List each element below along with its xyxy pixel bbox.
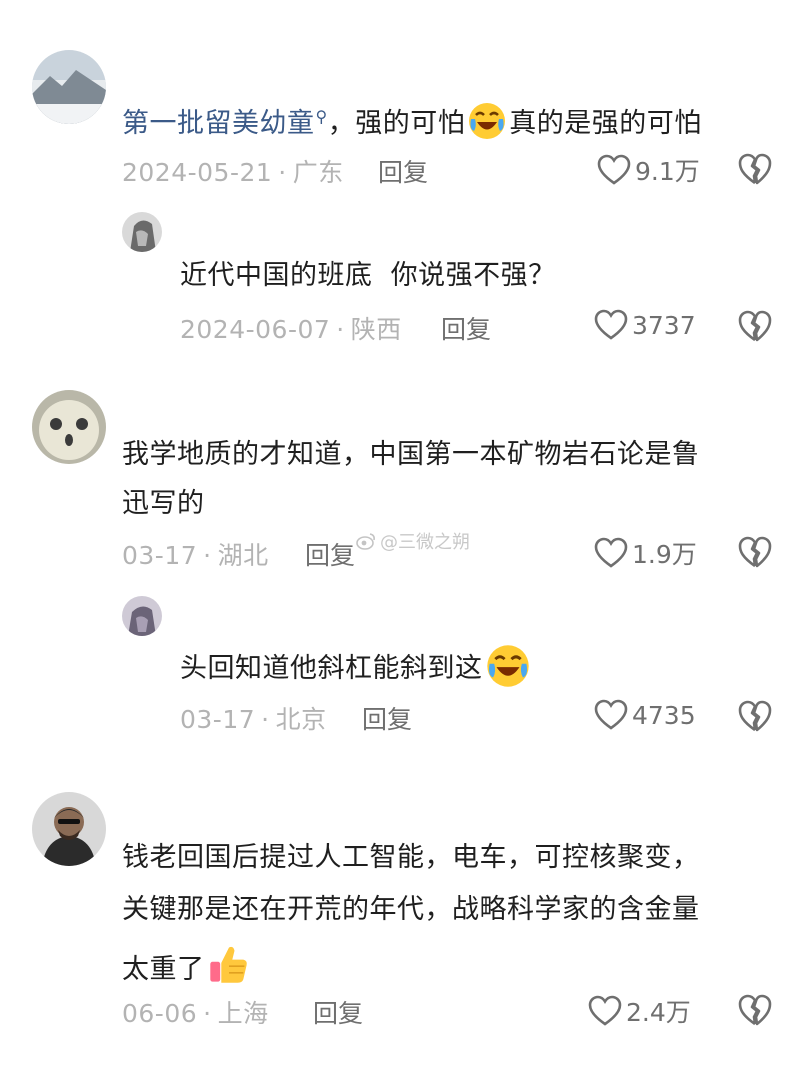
laughing-crying-emoji-icon [486, 645, 529, 687]
reply-button[interactable]: 回复 [362, 700, 412, 736]
heart-icon [594, 309, 628, 340]
like-button[interactable]: 2.4万 [588, 993, 691, 1029]
broken-heart-icon [738, 310, 772, 342]
heart-icon [594, 537, 628, 568]
comment-location: 北京 [275, 705, 327, 734]
comment-date: 2024-05-21 [122, 158, 273, 187]
comment-meta: 2024-05-21 · 广东 [122, 158, 344, 187]
comment-meta: 03-17 · 北京 [180, 705, 327, 734]
comment-text: 第一批留美幼童⚲，强的可怕 真的是强的可怕 [122, 97, 782, 144]
like-count: 9.1万 [635, 157, 700, 186]
comment-date: 2024-06-07 [180, 315, 331, 344]
broken-heart-icon [738, 700, 772, 732]
like-button[interactable]: 9.1万 [597, 152, 700, 188]
comment-meta: 06-06 · 上海 [122, 999, 269, 1028]
comment-location: 广东 [292, 158, 344, 187]
comment-text-line: 钱老回国后提过人工智能，电车，可控核聚变， [122, 842, 700, 873]
avatar[interactable] [122, 212, 162, 252]
like-count: 4735 [632, 700, 696, 730]
avatar[interactable] [122, 596, 162, 636]
dislike-button[interactable] [738, 993, 772, 1027]
like-button[interactable]: 4735 [594, 699, 696, 731]
dislike-button[interactable] [738, 152, 772, 186]
dislike-button[interactable] [738, 309, 772, 343]
avatar[interactable] [32, 50, 106, 124]
avatar[interactable] [32, 792, 106, 866]
comment-date: 03-17 [180, 705, 256, 734]
comment-meta: 03-17 · 湖北 [122, 541, 269, 570]
laughing-crying-emoji-icon [469, 103, 506, 139]
comment-date: 03-17 [122, 541, 198, 570]
comment-location: 湖北 [217, 541, 269, 570]
like-count: 3737 [632, 310, 696, 340]
comment-text-line: 关键那是还在开荒的年代，战略科学家的含金量 [122, 894, 700, 925]
watermark-text: @三微之朔 [380, 532, 470, 553]
like-button[interactable]: 3737 [594, 309, 696, 341]
user-tag-link[interactable]: 第一批留美幼童⚲ [122, 107, 328, 139]
weibo-icon [356, 533, 375, 550]
thumbs-up-emoji-icon [209, 946, 247, 983]
dislike-button[interactable] [738, 535, 772, 569]
broken-heart-icon [738, 153, 772, 185]
comment-text-line: 我学地质的才知道，中国第一本矿物岩石论是鲁 [122, 439, 700, 470]
reply-button[interactable]: 回复 [441, 310, 491, 346]
search-icon: ⚲ [315, 107, 328, 126]
comment-text: 头回知道他斜杠能斜到这 [180, 643, 533, 689]
broken-heart-icon [738, 994, 772, 1026]
reply-button[interactable]: 回复 [313, 994, 363, 1030]
heart-icon [597, 154, 631, 185]
comment-text: 我学地质的才知道，中国第一本矿物岩石论是鲁 迅写的 [122, 435, 782, 524]
dislike-button[interactable] [738, 699, 772, 733]
reply-button[interactable]: 回复 [305, 536, 355, 572]
like-count: 2.4万 [626, 998, 691, 1027]
comment-meta: 2024-06-07 · 陕西 [180, 315, 402, 344]
avatar[interactable] [32, 390, 106, 464]
watermark: @三微之朔 [356, 528, 470, 554]
comment-text: 钱老回国后提过人工智能，电车，可控核聚变， 关键那是还在开荒的年代，战略科学家的… [122, 838, 782, 990]
comment-text-line: 迅写的 [122, 488, 205, 519]
comment-date: 06-06 [122, 999, 198, 1028]
reply-button[interactable]: 回复 [378, 153, 428, 189]
broken-heart-icon [738, 536, 772, 568]
heart-icon [588, 995, 622, 1026]
comment-location: 陕西 [350, 315, 402, 344]
like-button[interactable]: 1.9万 [594, 535, 697, 571]
comment-text: 近代中国的班底 你说强不强？ [180, 260, 556, 291]
heart-icon [594, 699, 628, 730]
comment-text-line: 太重了 [122, 942, 782, 990]
comment-location: 上海 [217, 999, 269, 1028]
like-count: 1.9万 [632, 540, 697, 569]
